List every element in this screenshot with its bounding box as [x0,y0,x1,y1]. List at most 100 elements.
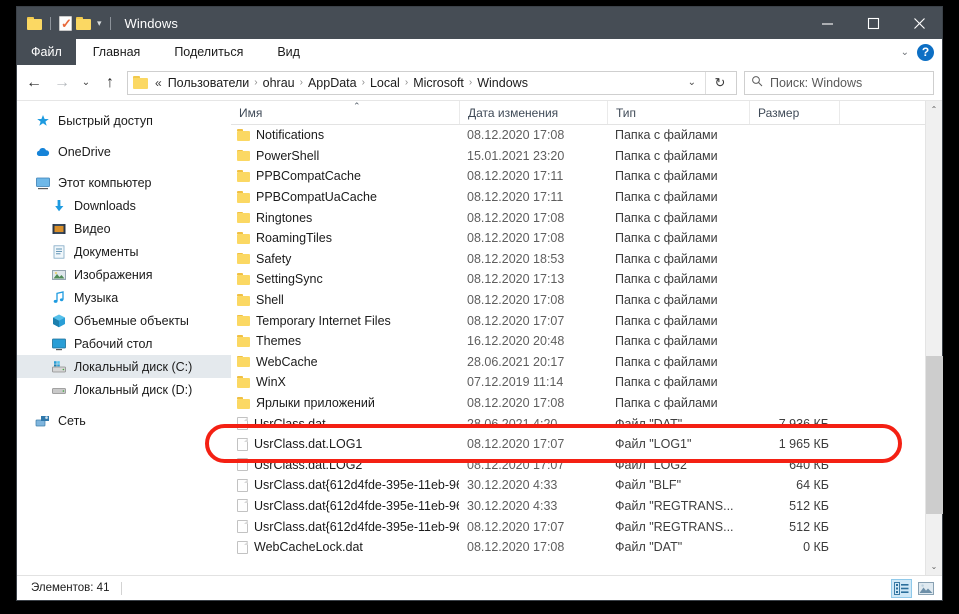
maximize-button[interactable] [850,7,896,39]
refresh-button[interactable]: ↻ [705,71,734,94]
cell-type: Папка с файлами [615,313,718,328]
sidebar-item-3d-objects[interactable]: Объемные объекты [17,309,231,332]
table-row[interactable]: PPBCompatUaCache 08.12.2020 17:11 Папка с … [231,187,925,208]
search-input[interactable]: Поиск: Windows [770,76,862,90]
forward-button[interactable]: → [48,69,76,97]
cell-name: UsrClass.dat.LOG2 [231,458,459,472]
column-header-type[interactable]: Тип [607,101,749,124]
properties-icon[interactable] [59,15,72,31]
back-button[interactable]: ← [20,69,48,97]
breadcrumb: « Пользователи › ohrau › AppData › Local… [151,76,679,90]
sidebar-item-this-pc[interactable]: Этот компьютер [17,171,231,194]
sidebar-item-local-disk-d[interactable]: Локальный диск (D:) [17,378,231,401]
customize-toolbar-caret-icon[interactable]: ▾ [97,18,102,29]
sidebar-item-desktop[interactable]: Рабочий стол [17,332,231,355]
scrollbar-thumb[interactable] [925,355,943,514]
breadcrumb-overflow-icon[interactable]: « [151,76,165,90]
new-folder-icon[interactable] [76,16,91,30]
cell-name: WinX [231,375,459,389]
table-row[interactable]: Safety 08.12.2020 18:53 Папка с файлами [231,249,925,270]
cell-name: Shell [231,293,459,307]
breadcrumb-item-windows[interactable]: Windows [474,76,531,90]
table-row[interactable]: UsrClass.dat{612d4fde-395e-11eb-966c-7..… [231,496,925,517]
cell-type: Файл "BLF" [615,478,682,493]
recent-locations-caret-icon[interactable]: ⌄ [76,69,96,97]
table-row[interactable]: Themes 16.12.2020 20:48 Папка с файлами [231,331,925,352]
tab-file[interactable]: Файл [17,39,76,65]
table-row[interactable]: RoamingTiles 08.12.2020 17:08 Папка с файл… [231,228,925,249]
address-bar-row: ← → ⌄ ↑ « Пользователи › ohrau › AppData… [17,65,942,100]
file-name-label: WebCacheLock.dat [254,540,363,555]
file-name-label: PowerShell [256,148,320,163]
explorer-window: ▾ Windows Файл Главная Поделить [16,6,943,601]
breadcrumb-item-ohrau[interactable]: ohrau [260,76,298,90]
sidebar-item-quick-access[interactable]: Быстрый доступ [17,109,231,132]
table-row[interactable]: Ярлыки приложений 08.12.2020 17:08 Папка с… [231,393,925,414]
column-header-date-modified[interactable]: Дата изменения [459,101,607,124]
search-box[interactable]: Поиск: Windows [744,70,934,95]
table-row[interactable]: Shell 08.12.2020 17:08 Папка с файлами [231,290,925,311]
table-row[interactable]: UsrClass.dat.LOG2 08.12.2020 17:07 Файл "L… [231,455,925,476]
table-row[interactable]: WebCache 28.06.2021 20:17 Папка с файлами [231,352,925,373]
breadcrumb-item-local[interactable]: Local [367,76,403,90]
breadcrumb-item-users[interactable]: Пользователи [165,76,253,90]
search-icon [751,75,763,90]
table-row[interactable]: WebCacheLock.dat 08.12.2020 17:08 Файл "DA… [231,537,925,558]
folder-icon[interactable] [27,16,42,30]
close-button[interactable] [896,7,942,39]
address-folder-icon [133,76,148,89]
sidebar-item-network[interactable]: Сеть [17,409,231,432]
sidebar-item-pictures[interactable]: Изображения [17,263,231,286]
sidebar-item-onedrive[interactable]: OneDrive [17,140,231,163]
file-name-label: RoamingTiles [256,231,332,246]
scrollbar-track[interactable] [925,118,943,558]
file-name-label: WinX [256,375,286,390]
cell-date-modified: 08.12.2020 17:08 [467,396,565,411]
scroll-down-button[interactable]: ⌄ [926,558,943,575]
minimize-button[interactable] [804,7,850,39]
tab-share[interactable]: Поделиться [157,39,260,65]
view-toggle-group [891,578,936,598]
breadcrumb-item-appdata[interactable]: AppData [305,76,360,90]
table-row[interactable]: Ringtones 08.12.2020 17:08 Папка с файлами [231,207,925,228]
table-row[interactable]: PowerShell 15.01.2021 23:20 Папка с файлам… [231,146,925,167]
vertical-scrollbar[interactable]: ⌃ ⌄ [925,101,943,575]
expand-ribbon-caret-icon[interactable]: ⌄ [901,47,909,58]
breadcrumb-item-microsoft[interactable]: Microsoft [410,76,467,90]
address-history-caret-icon[interactable]: ⌄ [679,77,705,88]
details-view-button[interactable] [891,578,912,598]
ribbon-right-controls: ⌄ ? [901,39,942,65]
sidebar-item-downloads[interactable]: Downloads [17,194,231,217]
sidebar-item-music[interactable]: Музыка [17,286,231,309]
cell-date-modified: 15.01.2021 23:20 [467,148,565,163]
column-header-name[interactable]: Имя [231,101,459,124]
item-count-label: Элементов: 41 [31,582,110,594]
table-row[interactable]: SettingSync 08.12.2020 17:13 Папка с файла… [231,269,925,290]
table-row[interactable]: UsrClass.dat{612d4fde-395e-11eb-966c-7..… [231,475,925,496]
cell-name: PPBCompatUaCache [231,190,459,204]
help-button[interactable]: ? [917,43,934,61]
tab-home[interactable]: Главная [76,39,158,65]
table-row[interactable]: UsrClass.dat{612d4fde-395e-11eb-966c-7..… [231,516,925,537]
table-row[interactable]: UsrClass.dat.LOG1 08.12.2020 17:07 Файл "L… [231,434,925,455]
cell-type: Папка с файлами [615,231,718,246]
sidebar-item-documents[interactable]: Документы [17,240,231,263]
file-name-label: PPBCompatUaCache [256,190,377,205]
cell-name: PPBCompatCache [231,169,459,183]
table-row[interactable]: Notifications 08.12.2020 17:08 Папка с фай… [231,125,925,146]
breadcrumb-separator-icon: › [404,77,409,88]
sidebar-item-videos[interactable]: Видео [17,217,231,240]
table-row[interactable]: UsrClass.dat 28.06.2021 4:20 Файл "DAT" 7 9… [231,413,925,434]
table-row[interactable]: PPBCompatCache 08.12.2020 17:11 Папка с фа… [231,166,925,187]
tab-view[interactable]: Вид [260,39,317,65]
column-header-size[interactable]: Размер [749,101,839,124]
large-icons-view-button[interactable] [915,579,936,598]
table-row[interactable]: WinX 07.12.2019 11:14 Папка с файлами [231,372,925,393]
cell-name: Notifications [231,128,459,142]
folder-icon [237,355,250,368]
up-button[interactable]: ↑ [96,69,124,97]
scroll-up-button[interactable]: ⌃ [926,101,943,118]
address-bar[interactable]: « Пользователи › ohrau › AppData › Local… [127,70,737,95]
sidebar-item-local-disk-c[interactable]: Локальный диск (C:) [17,355,231,378]
table-row[interactable]: Temporary Internet Files 08.12.2020 17:07… [231,310,925,331]
